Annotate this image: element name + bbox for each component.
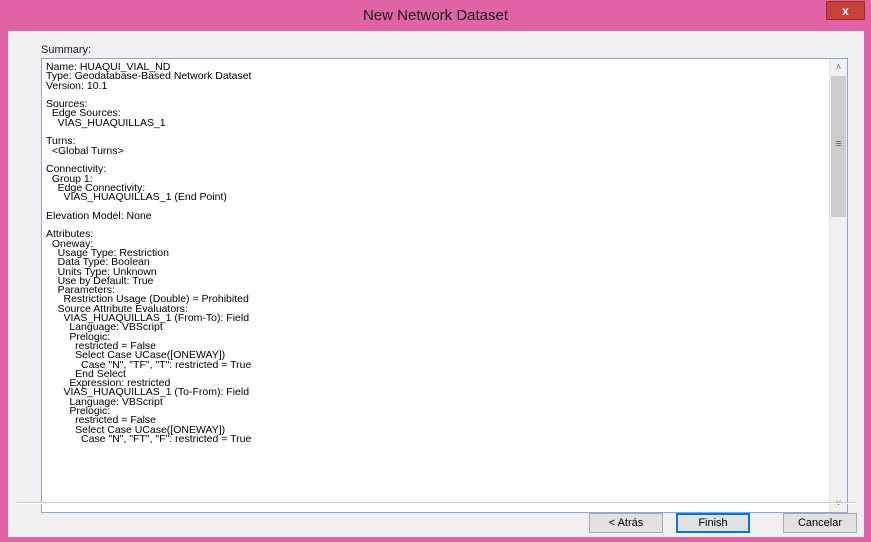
- vertical-scrollbar[interactable]: ˄ ≡ ˅: [829, 59, 847, 512]
- finish-button[interactable]: Finish: [676, 513, 750, 533]
- grip-icon: ≡: [835, 138, 842, 150]
- dialog-content: Summary: Name: HUAQUI_VIAL_ND Type: Geod…: [8, 31, 864, 537]
- close-button[interactable]: x: [826, 1, 865, 20]
- dialog-window: New Network Dataset x Summary: Name: HUA…: [0, 0, 871, 542]
- summary-text: Name: HUAQUI_VIAL_ND Type: Geodatabase-B…: [46, 61, 252, 445]
- back-button[interactable]: < Atrás: [589, 513, 663, 533]
- chevron-up-icon[interactable]: ˄: [830, 59, 847, 76]
- cancel-button[interactable]: Cancelar: [783, 513, 857, 533]
- close-icon: x: [842, 4, 849, 18]
- title-bar[interactable]: New Network Dataset x: [0, 0, 871, 30]
- window-title: New Network Dataset: [362, 7, 509, 24]
- summary-label: Summary:: [41, 44, 92, 56]
- divider: [15, 502, 857, 504]
- summary-textbox[interactable]: Name: HUAQUI_VIAL_ND Type: Geodatabase-B…: [41, 58, 848, 513]
- scroll-thumb[interactable]: ≡: [831, 76, 846, 217]
